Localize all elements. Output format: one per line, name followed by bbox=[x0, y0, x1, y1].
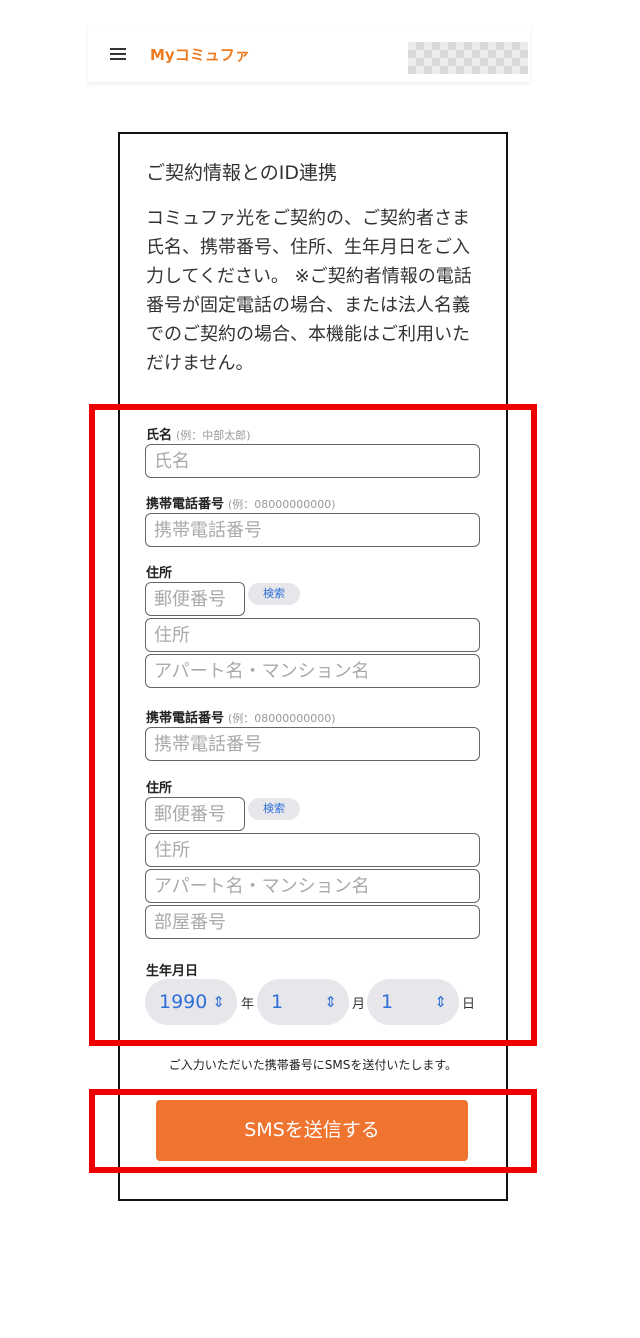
intro-text: コミュファ光をご契約の、ご契約者さま氏名、携帯番号、住所、生年月日をご入力してく… bbox=[146, 208, 472, 374]
menu-icon[interactable] bbox=[110, 48, 126, 60]
sms-notice: ご入力いただいた携帯番号にSMSを送付いたします。 bbox=[168, 1058, 458, 1072]
app-header: Myコミュファ bbox=[88, 26, 530, 82]
form-highlight-box bbox=[89, 404, 537, 1046]
app-logo[interactable]: Myコミュファ bbox=[150, 44, 250, 65]
button-highlight-box bbox=[89, 1089, 537, 1173]
profile-placeholder-image bbox=[408, 42, 528, 74]
page-title: ご契約情報とのID連携 bbox=[146, 162, 338, 184]
